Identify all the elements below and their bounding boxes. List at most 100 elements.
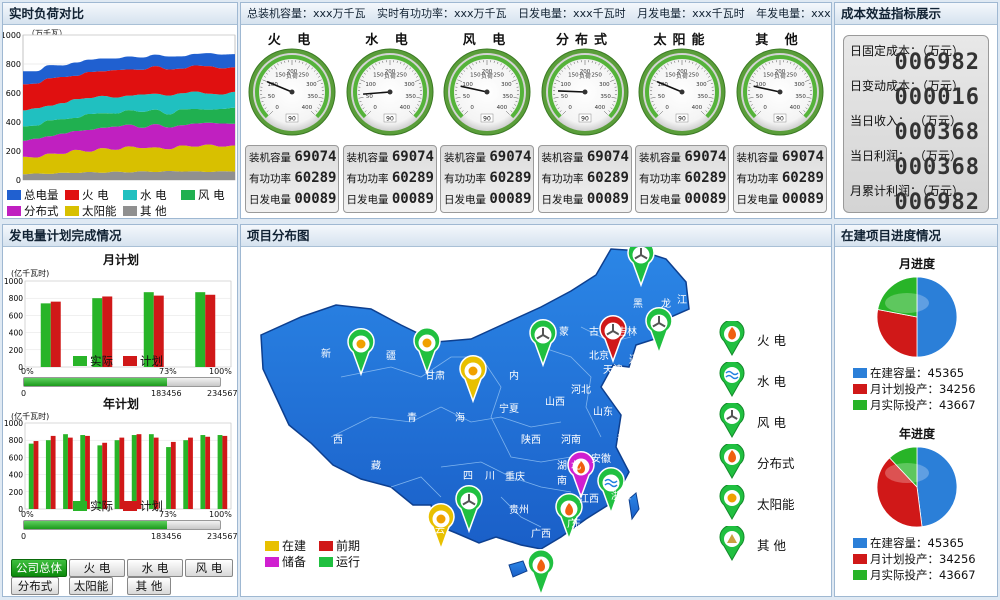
type-legend-item[interactable]: 火 电: [717, 321, 786, 357]
lcd-row: 有功功率 60289: [444, 170, 532, 186]
monthly-pie-chart: [876, 276, 958, 358]
legend-swatch: [853, 538, 867, 548]
progress-track: [23, 377, 221, 387]
gauge-lcd: 装机容量 69074 有功功率 60289 日发电量 00089: [440, 145, 534, 213]
y-tick-label: 0: [16, 176, 21, 185]
type-legend-item[interactable]: 风 电: [717, 403, 786, 439]
gauge-tick-label: 400: [594, 105, 605, 111]
lcd-row: 装机容量 69074: [249, 149, 337, 165]
gauge-tick-label: 350: [405, 94, 416, 100]
bar-plan: [33, 441, 39, 509]
bar-plan: [50, 435, 56, 509]
type-legend-item[interactable]: 水 电: [717, 362, 786, 398]
plan-filter-button[interactable]: 公司总体: [11, 559, 67, 577]
progress-label: 234567: [207, 532, 238, 541]
province-label: 龙: [661, 299, 671, 310]
cost-panel-title: 成本效益指标展示: [835, 3, 997, 25]
legend-label: 月计划投产：34256: [870, 382, 976, 396]
gauge-tick-label: 0: [665, 105, 669, 111]
gauge-tick-label: 150: [275, 73, 286, 79]
pie-slice: [876, 309, 918, 358]
lcd-row: 日发电量 00089: [542, 191, 630, 207]
gauge-bottom-value: 90: [678, 116, 686, 123]
legend-swatch: [853, 384, 867, 394]
type-legend-item[interactable]: 太阳能: [717, 485, 795, 521]
legend-label: 实际: [90, 499, 113, 513]
lcd-value: 69074: [294, 149, 337, 165]
legend-swatch: [853, 400, 867, 410]
lcd-value: 60289: [489, 170, 532, 186]
lcd-label: 日发电量: [346, 194, 389, 206]
plan-filter-button[interactable]: 水 电: [127, 559, 183, 577]
load-panel-title: 实时负荷对比: [3, 3, 237, 25]
lcd-row: 装机容量 69074: [542, 149, 630, 165]
lcd-value: 69074: [489, 149, 532, 165]
type-legend-label: 太阳能: [757, 496, 795, 512]
province-label: 山东: [593, 407, 613, 418]
lcd-label: 日发电量: [736, 194, 779, 206]
gauge-tick-label: 400: [497, 105, 508, 111]
gauge-tick-label: 300: [599, 82, 610, 88]
gauge-panel: 总装机容量：xxx万千瓦 实时有功功率：xxx万千瓦 日发电量：xxx千瓦时 月…: [240, 2, 832, 219]
plan-filter-button[interactable]: 其 他: [127, 577, 171, 595]
province-label: 河南: [561, 435, 581, 446]
gauge-tick-label: 250: [591, 73, 602, 79]
province-label: 江: [677, 295, 687, 306]
gauge-dial: 050100150200250300350400负荷90: [736, 48, 823, 136]
province-label: 贵州: [509, 505, 529, 516]
lcd-label: 日发电量: [444, 194, 486, 206]
map-legend-item: 储备: [265, 553, 306, 570]
plan-filter-button[interactable]: 火 电: [69, 559, 125, 577]
lcd-row: 有功功率 60289: [542, 170, 630, 186]
province-label: 北京: [589, 351, 609, 362]
lcd-label: 装机容量: [736, 152, 779, 164]
gauge-hub: [484, 89, 490, 95]
gauge-bottom-value: 90: [288, 116, 296, 123]
gauge-tick-label: 300: [501, 82, 512, 88]
gauge-tick-label: 400: [692, 105, 703, 111]
lcd-value: 69074: [684, 149, 727, 165]
monthly-bar-chart: 10008006004002000: [4, 277, 232, 372]
province-label: 陕西: [521, 435, 541, 446]
lcd-label: 装机容量: [444, 152, 486, 164]
bar-actual: [40, 303, 51, 367]
gauge-dial: 050100150200250300350400负荷90: [541, 48, 628, 136]
province-label: 广西: [531, 529, 551, 540]
plan-filter-button[interactable]: 太阳能: [69, 577, 113, 595]
gauge-bottom-value: 90: [483, 116, 491, 123]
plan-filter-button[interactable]: 风 电: [185, 559, 233, 577]
pie-legend-item: 月实际投产：43667: [853, 397, 976, 413]
cost-value: 000368: [894, 155, 980, 180]
gauge-title: 其 他: [755, 33, 804, 48]
province-label: 内: [509, 371, 519, 382]
gauge-tick-label: 150: [665, 73, 676, 79]
bar-actual: [200, 435, 206, 509]
gauge-tick-label: 250: [396, 73, 407, 79]
province-label: 古: [589, 327, 599, 338]
legend-swatch: [7, 190, 21, 200]
load-panel: 实时负荷对比 （万千瓦） 10008006004002000 总电量火 电水 电…: [2, 2, 238, 219]
bar-plan: [50, 301, 61, 367]
lcd-row: 日发电量 00089: [639, 191, 727, 207]
gauge-hub: [777, 89, 782, 95]
province-label: 新: [321, 349, 331, 360]
y-tick-label: 200: [6, 147, 21, 156]
province-label: 东: [571, 519, 581, 530]
pie-legend-item: 月计划投产：34256: [853, 551, 976, 567]
type-legend-item[interactable]: 其 他: [717, 526, 786, 562]
pie-legend-item: 在建容量：45365: [853, 365, 964, 381]
bar-legend-item: 计划: [123, 498, 163, 514]
lcd-label: 有功功率: [249, 173, 291, 185]
lcd-value: 00089: [781, 191, 824, 207]
map-marker[interactable]: [645, 307, 673, 356]
type-legend-item[interactable]: 分布式: [717, 444, 795, 480]
province-label: 天津: [603, 365, 623, 376]
province-label: 河北: [571, 385, 591, 396]
y-tick-label: 1000: [3, 31, 21, 40]
gauge-tick-label: 250: [688, 73, 699, 79]
legend-label: 太阳能: [82, 204, 117, 218]
plan-filter-button[interactable]: 分布式: [11, 577, 59, 595]
map-marker[interactable]: [527, 549, 555, 596]
lcd-value: 60289: [586, 170, 629, 186]
legend-label: 实际: [90, 354, 113, 368]
